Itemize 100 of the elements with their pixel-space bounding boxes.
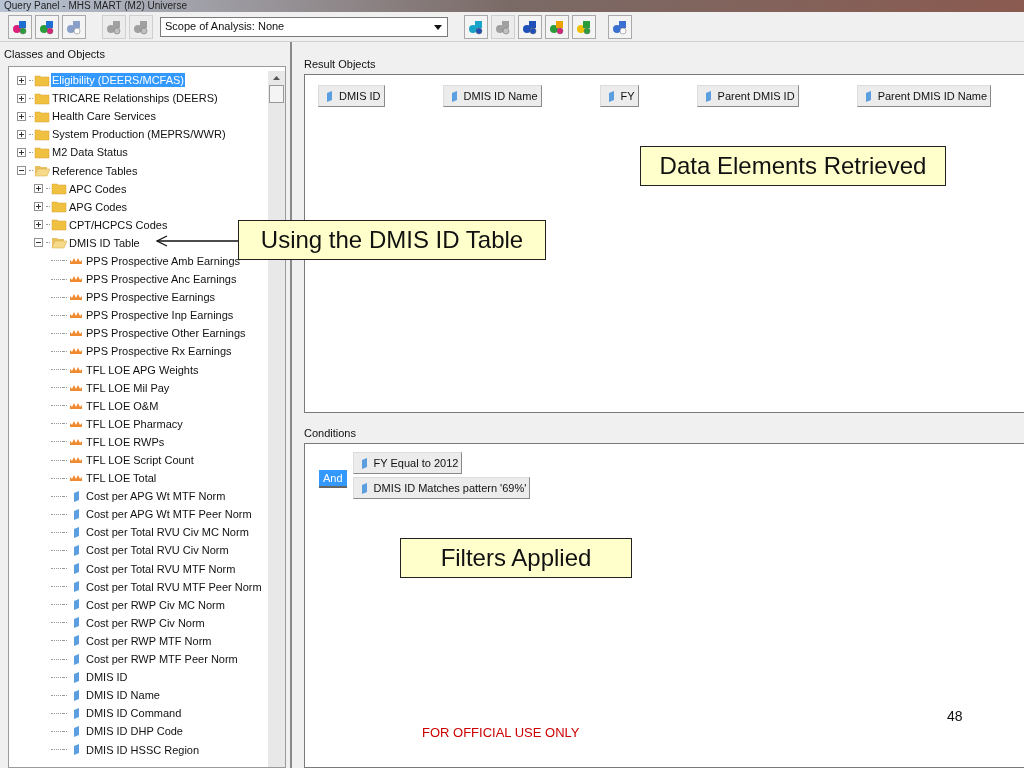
expand-icon[interactable]: [17, 93, 26, 103]
tree-item[interactable]: TFL LOE Total: [85, 471, 158, 486]
tree-item[interactable]: DMIS ID Command: [85, 706, 183, 721]
tree-item[interactable]: Cost per RWP MTF Norm: [85, 633, 213, 648]
tree-item[interactable]: PPS Prospective Anc Earnings: [85, 272, 238, 287]
folder-icon: [34, 91, 50, 105]
folder-icon: [34, 127, 50, 141]
tree-item[interactable]: Health Care Services: [51, 109, 157, 124]
tree-item[interactable]: PPS Prospective Earnings: [85, 290, 216, 305]
folder-icon: [34, 109, 50, 123]
tree-item[interactable]: Cost per RWP Civ Norm: [85, 615, 206, 630]
dimension-icon: [359, 456, 368, 470]
tree-item[interactable]: APG Codes: [68, 199, 129, 214]
tree-item[interactable]: TFL LOE APG Weights: [85, 362, 200, 377]
dimension-icon: [72, 724, 80, 738]
toolbar-button[interactable]: [464, 14, 488, 39]
tree-item[interactable]: Reference Tables: [51, 163, 139, 178]
tree-item[interactable]: System Production (MEPRS/WWR): [51, 127, 227, 142]
folder-icon: [34, 73, 50, 87]
callout: Using the DMIS ID Table: [238, 220, 546, 260]
dimension-icon: [72, 525, 80, 539]
scope-dropdown[interactable]: Scope of Analysis: None: [160, 16, 448, 37]
tree-item[interactable]: Cost per Total RVU Civ MC Norm: [85, 525, 250, 540]
tree-item[interactable]: TFL LOE Script Count: [85, 453, 195, 467]
chip-label: FY Equal to 2012: [373, 455, 459, 471]
tree-item[interactable]: Cost per APG Wt MTF Norm: [85, 489, 227, 504]
expand-icon[interactable]: [17, 75, 26, 85]
folder-icon: [51, 218, 67, 232]
chip-label: FY: [620, 88, 635, 104]
dimension-icon: [703, 89, 712, 103]
object-chip[interactable]: FY: [599, 85, 639, 107]
scope-value: Scope of Analysis: None: [165, 19, 285, 35]
dimension-icon: [72, 743, 80, 756]
tree-item[interactable]: DMIS ID DHP Code: [85, 724, 184, 739]
tree-item[interactable]: Cost per Total RVU Civ Norm: [85, 543, 230, 558]
tree-item[interactable]: APC Codes: [68, 181, 128, 196]
panel-label: Result Objects: [304, 56, 377, 72]
tree-item[interactable]: Cost per RWP Civ MC Norm: [85, 597, 226, 612]
tree-item[interactable]: Cost per APG Wt MTF Peer Norm: [85, 507, 253, 522]
measure-icon: [69, 419, 83, 428]
dimension-icon: [606, 89, 615, 103]
measure-icon: [69, 275, 83, 284]
tree-item[interactable]: PPS Prospective Inp Earnings: [85, 308, 235, 323]
dimension-icon: [72, 489, 80, 503]
tree-item[interactable]: PPS Prospective Other Earnings: [85, 326, 247, 341]
tree-item[interactable]: TFL LOE Pharmacy: [85, 416, 184, 431]
tree-item[interactable]: DMIS ID: [85, 670, 129, 685]
tree-item[interactable]: Cost per Total RVU MTF Norm: [85, 561, 237, 576]
expand-icon[interactable]: [17, 129, 26, 139]
toolbar-button[interactable]: [572, 14, 596, 39]
dimension-icon: [72, 507, 80, 521]
tree-item[interactable]: CPT/HCPCS Codes: [68, 217, 169, 232]
tree-item[interactable]: TRICARE Relationships (DEERS): [51, 91, 219, 106]
toolbar-button[interactable]: [608, 14, 632, 39]
object-chip[interactable]: Parent DMIS ID: [696, 85, 799, 107]
tree-item[interactable]: PPS Prospective Rx Earnings: [85, 344, 233, 359]
measure-icon: [69, 474, 83, 483]
folder-icon: [34, 164, 50, 177]
measure-icon: [69, 401, 83, 410]
expand-icon[interactable]: [34, 184, 43, 194]
window-title: Query Panel - MHS MART (M2) Universe: [4, 0, 187, 12]
folder-icon: [34, 145, 50, 159]
panel-label: Conditions: [304, 425, 357, 441]
tree-item[interactable]: TFL LOE Mil Pay: [85, 380, 171, 395]
measure-icon: [69, 365, 83, 374]
scrollbar-thumb[interactable]: [269, 85, 284, 103]
expand-icon[interactable]: [34, 202, 43, 212]
tree-item[interactable]: Cost per RWP MTF Peer Norm: [85, 652, 239, 667]
chip-label: Parent DMIS ID Name: [877, 88, 988, 104]
dimension-icon: [325, 89, 333, 103]
object-chip[interactable]: DMIS ID: [318, 85, 385, 107]
toolbar-button[interactable]: [35, 14, 59, 39]
dimension-icon: [72, 580, 80, 594]
object-chip[interactable]: Parent DMIS ID Name: [856, 85, 992, 107]
collapse-icon[interactable]: [34, 238, 43, 248]
tree-item[interactable]: TFL LOE RWPs: [85, 434, 166, 449]
measure-icon: [69, 383, 83, 392]
tree-item[interactable]: Cost per Total RVU MTF Peer Norm: [85, 579, 263, 594]
object-chip[interactable]: FY Equal to 2012: [352, 452, 463, 474]
measure-icon: [69, 293, 83, 302]
folder-icon: [51, 182, 67, 196]
tree-item[interactable]: DMIS ID HSSC Region: [85, 742, 201, 757]
tree-item[interactable]: TFL LOE O&M: [85, 398, 160, 413]
dimension-icon: [72, 688, 80, 702]
toolbar-button[interactable]: [518, 14, 542, 39]
tree-item[interactable]: DMIS ID Table: [68, 235, 141, 250]
expand-icon[interactable]: [17, 147, 26, 157]
dimension-icon: [72, 652, 80, 666]
chip-label: DMIS ID Name: [463, 88, 538, 104]
dimension-icon: [359, 481, 368, 495]
expand-icon[interactable]: [17, 111, 26, 121]
object-chip[interactable]: DMIS ID Name: [442, 85, 542, 107]
expand-icon[interactable]: [34, 220, 43, 230]
toolbar-button[interactable]: [545, 14, 569, 39]
collapse-icon[interactable]: [17, 166, 26, 175]
toolbar-button[interactable]: [8, 14, 32, 39]
dimension-icon: [72, 544, 80, 557]
object-chip[interactable]: DMIS ID Matches pattern '69%': [352, 477, 531, 499]
tree-item[interactable]: DMIS ID Name: [85, 688, 161, 703]
tree-item[interactable]: M2 Data Status: [51, 145, 129, 160]
